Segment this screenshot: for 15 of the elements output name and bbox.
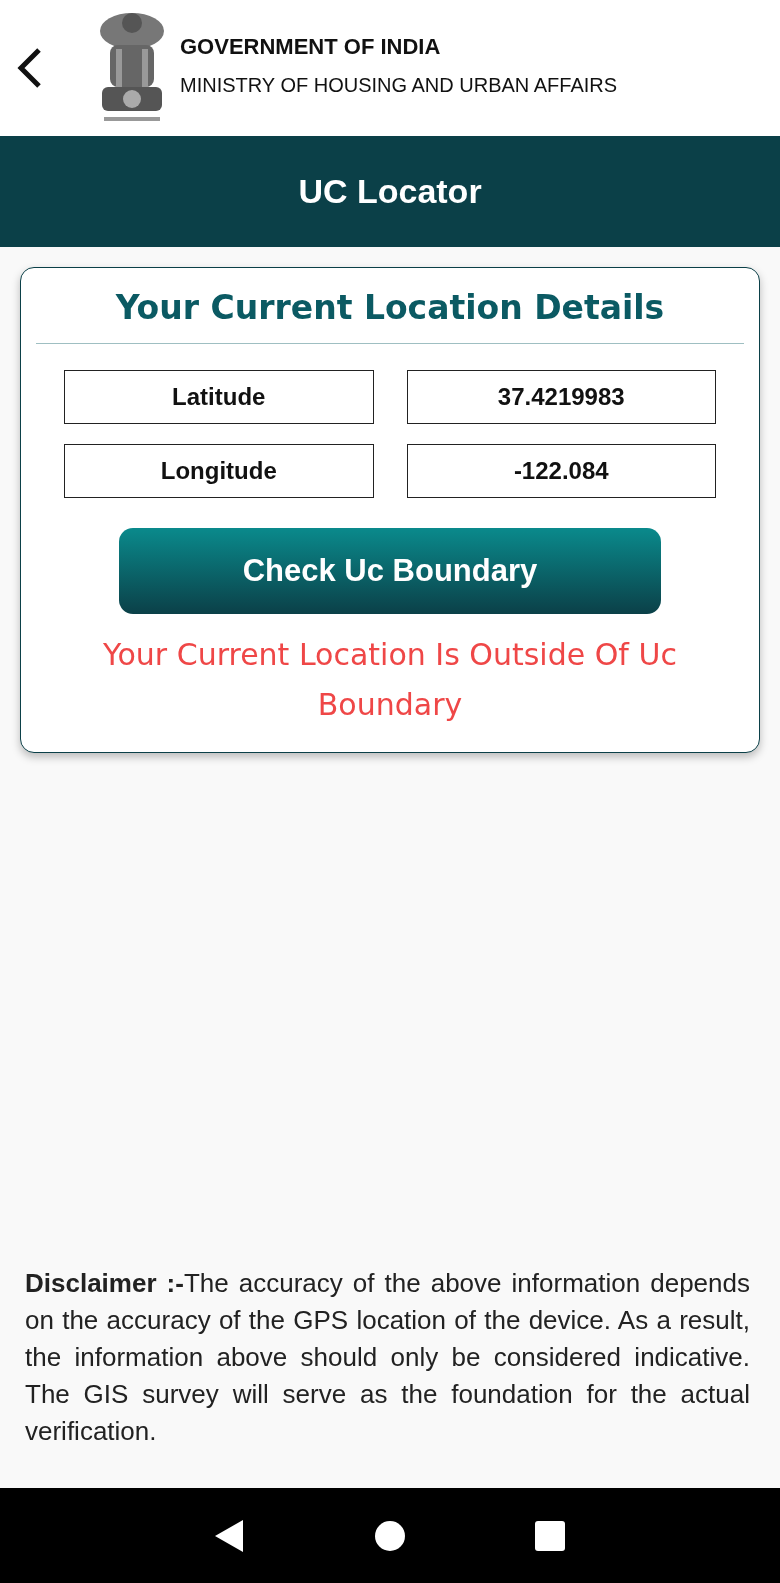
field-label: Latitude xyxy=(64,370,374,424)
back-icon xyxy=(17,48,43,88)
card-heading: Your Current Location Details xyxy=(36,288,744,344)
check-boundary-button[interactable]: Check Uc Boundary xyxy=(119,528,661,614)
field-value: -122.084 xyxy=(406,444,716,498)
recents-icon[interactable] xyxy=(535,1520,565,1551)
field-label: Longitude xyxy=(64,444,374,498)
header-subtitle: MINISTRY OF HOUSING AND URBAN AFFAIRS xyxy=(180,73,618,97)
home-icon[interactable] xyxy=(375,1520,405,1551)
page-title: UC Locator xyxy=(298,172,482,211)
field-value: 37.4219983 xyxy=(406,370,716,424)
back-icon[interactable] xyxy=(215,1519,245,1552)
result-message: Your Current Location Is Outside Of Uc Boundary xyxy=(102,636,678,724)
disclaimer-text: Disclaimer :-The accuracy of the above information depends on the accuracy of the GPS location of the device. As a result, the information above should only be considered indicative. The GIS survey will serve as the foundation for the actual verification. xyxy=(24,1267,751,1448)
header-title: GOVERNMENT OF INDIA xyxy=(180,33,442,60)
